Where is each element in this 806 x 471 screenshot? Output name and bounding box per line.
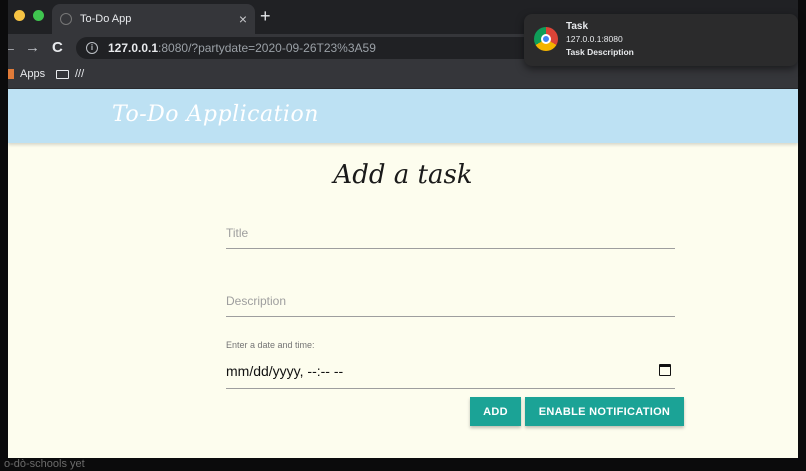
app-header: To-Do Application [8,89,798,143]
enable-notification-button[interactable]: ENABLE NOTIFICATION [525,397,684,426]
tab-todo-app[interactable]: To-Do App × [52,4,255,34]
notification-origin: 127.0.0.1:8080 [566,34,623,44]
background-window-text: o-dò-schools yet [4,458,85,470]
bookmark-folder[interactable]: /// [56,68,84,80]
datetime-input[interactable]: mm/dd/yyyy, --:-- -- [226,359,675,389]
notification-text: Task 127.0.0.1:8080 Task Description [566,20,634,59]
tab-title: To-Do App [80,13,132,25]
add-button[interactable]: ADD [470,397,521,426]
globe-icon [60,13,72,25]
notification-description: Task Description [566,47,634,57]
maximize-button[interactable] [33,10,44,21]
forward-arrow-icon[interactable]: → [25,39,40,56]
calendar-icon[interactable] [659,364,671,376]
browser-window: To-Do App × + ← → C i 127.0.0.1 :8080/?p… [8,0,798,458]
reload-icon[interactable]: C [52,39,63,56]
apps-grid-icon [8,69,14,79]
chrome-icon-center [541,34,551,44]
address-bar[interactable]: i 127.0.0.1 :8080/?partydate=2020-09-26T… [76,37,596,59]
description-placeholder: Description [226,294,287,308]
title-placeholder: Title [226,226,249,240]
close-tab-icon[interactable]: × [239,11,247,27]
app-brand[interactable]: To-Do Application [112,102,319,127]
folder-icon [56,69,69,79]
description-input[interactable]: Description [226,290,675,317]
bookmark-folder-label: /// [75,68,85,80]
chrome-icon [534,27,558,51]
bookmark-apps-label: Apps [20,68,46,80]
url-path: :8080/?partydate=2020-09-26T23%3A59 [158,41,376,55]
datetime-value: mm/dd/yyyy, --:-- -- [226,363,344,379]
title-input[interactable]: Title [226,222,675,249]
bookmarks-bar: Apps /// [8,62,798,89]
minimize-button[interactable] [14,10,25,21]
notification-title: Task [566,21,589,32]
info-icon[interactable]: i [86,42,98,54]
url-host: 127.0.0.1 [108,41,159,55]
new-tab-button[interactable]: + [260,6,271,27]
datetime-label: Enter a date and time: [226,340,315,350]
window-controls [14,10,44,21]
page-title: Add a task [333,160,473,190]
notification-toast[interactable]: Task 127.0.0.1:8080 Task Description [524,14,798,66]
bookmark-apps[interactable]: Apps [8,68,45,80]
back-arrow-icon[interactable]: ← [8,39,17,56]
